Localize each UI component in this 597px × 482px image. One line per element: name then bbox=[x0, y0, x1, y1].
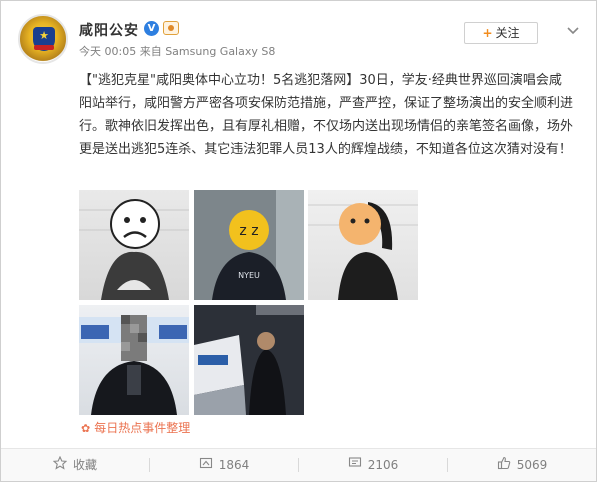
post-meta: 今天 00:05 来自 Samsung Galaxy S8 bbox=[79, 43, 275, 59]
thumbs-up-icon bbox=[497, 450, 511, 482]
comment-icon bbox=[348, 450, 362, 482]
follow-label: 关注 bbox=[495, 26, 520, 40]
like-count: 5069 bbox=[516, 458, 548, 472]
link-icon: ✿ bbox=[81, 422, 91, 435]
svg-text:NYEU: NYEU bbox=[238, 271, 260, 280]
chevron-down-icon[interactable] bbox=[565, 23, 581, 39]
source-tag-label: 每日热点事件整理 bbox=[94, 421, 191, 435]
gov-badge-icon bbox=[163, 21, 179, 35]
post-device[interactable]: Samsung Galaxy S8 bbox=[165, 45, 275, 58]
photo-thumbnail-5[interactable] bbox=[194, 305, 304, 415]
weibo-card: ★ 咸阳公安 V 今天 00:05 来自 Samsung Galaxy S8 +… bbox=[0, 0, 597, 482]
favorite-label: 收藏 bbox=[72, 458, 97, 472]
photo-thumbnail-4[interactable] bbox=[79, 305, 189, 415]
post-body: 【"逃犯克星"咸阳奥体中心立功！5名逃犯落网】30日，学友·经典世界巡回演唱会咸… bbox=[79, 69, 574, 161]
svg-text:z z: z z bbox=[239, 223, 258, 239]
source-prefix: 来自 bbox=[139, 45, 162, 58]
post-time[interactable]: 今天 00:05 bbox=[79, 45, 136, 58]
photo-thumbnail-1[interactable] bbox=[79, 190, 189, 300]
repost-icon bbox=[199, 450, 213, 482]
plus-icon: + bbox=[482, 26, 493, 40]
source-tag[interactable]: ✿ 每日热点事件整理 bbox=[81, 419, 190, 436]
comment-count: 2106 bbox=[367, 458, 399, 472]
topic-link[interactable]: 【"逃犯克星"咸阳奥体中心立功！5名逃犯落网】 bbox=[79, 73, 359, 88]
star-icon bbox=[52, 450, 68, 482]
favorite-button[interactable]: 收藏 bbox=[1, 449, 149, 481]
follow-button[interactable]: + 关注 bbox=[464, 22, 538, 44]
repost-button[interactable]: 1864 bbox=[150, 449, 298, 481]
photo-thumbnail-2[interactable]: NYEU z z bbox=[194, 190, 304, 300]
action-bar: 收藏 1864 2106 5069 bbox=[1, 448, 596, 481]
photo-thumbnail-3[interactable] bbox=[308, 190, 418, 300]
author-name[interactable]: 咸阳公安 bbox=[79, 20, 139, 40]
comment-button[interactable]: 2106 bbox=[299, 449, 447, 481]
like-button[interactable]: 5069 bbox=[448, 449, 596, 481]
author-avatar[interactable]: ★ bbox=[18, 14, 68, 64]
repost-count: 1864 bbox=[218, 458, 250, 472]
verified-v-icon: V bbox=[144, 21, 159, 36]
